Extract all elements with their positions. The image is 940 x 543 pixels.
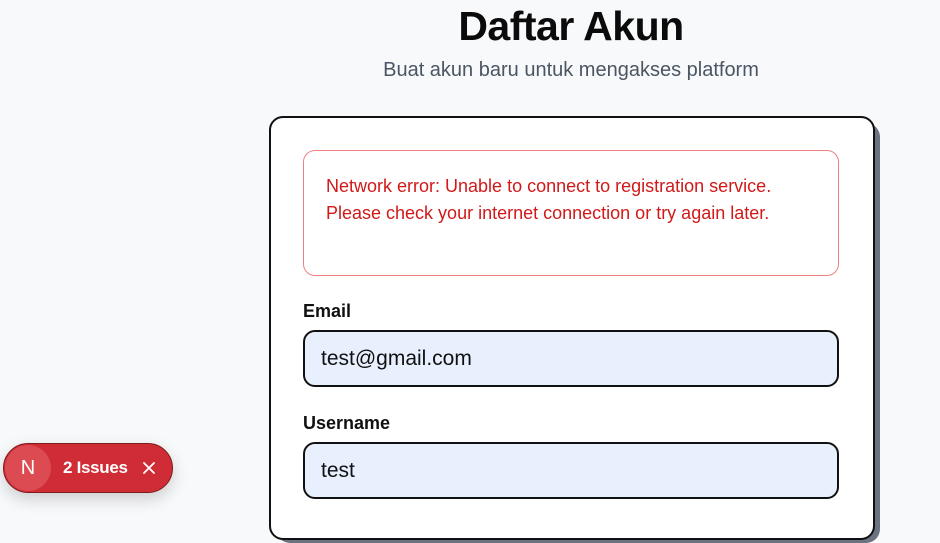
username-field[interactable] (303, 442, 839, 499)
registration-card: Network error: Unable to connect to regi… (269, 116, 875, 540)
page-header: Daftar Akun Buat akun baru untuk mengaks… (270, 0, 872, 82)
close-icon[interactable] (141, 460, 157, 476)
error-alert: Network error: Unable to connect to regi… (303, 150, 839, 276)
issues-count-label: 2 Issues (63, 458, 128, 477)
username-label: Username (303, 413, 391, 433)
nextjs-logo-icon: N (5, 445, 51, 491)
email-field[interactable] (303, 330, 839, 387)
page-title: Daftar Akun (458, 3, 684, 49)
issues-button[interactable]: N 2 Issues (3, 443, 173, 493)
page-subtitle: Buat akun baru untuk mengakses platform (383, 59, 759, 81)
email-label: Email (303, 301, 352, 321)
